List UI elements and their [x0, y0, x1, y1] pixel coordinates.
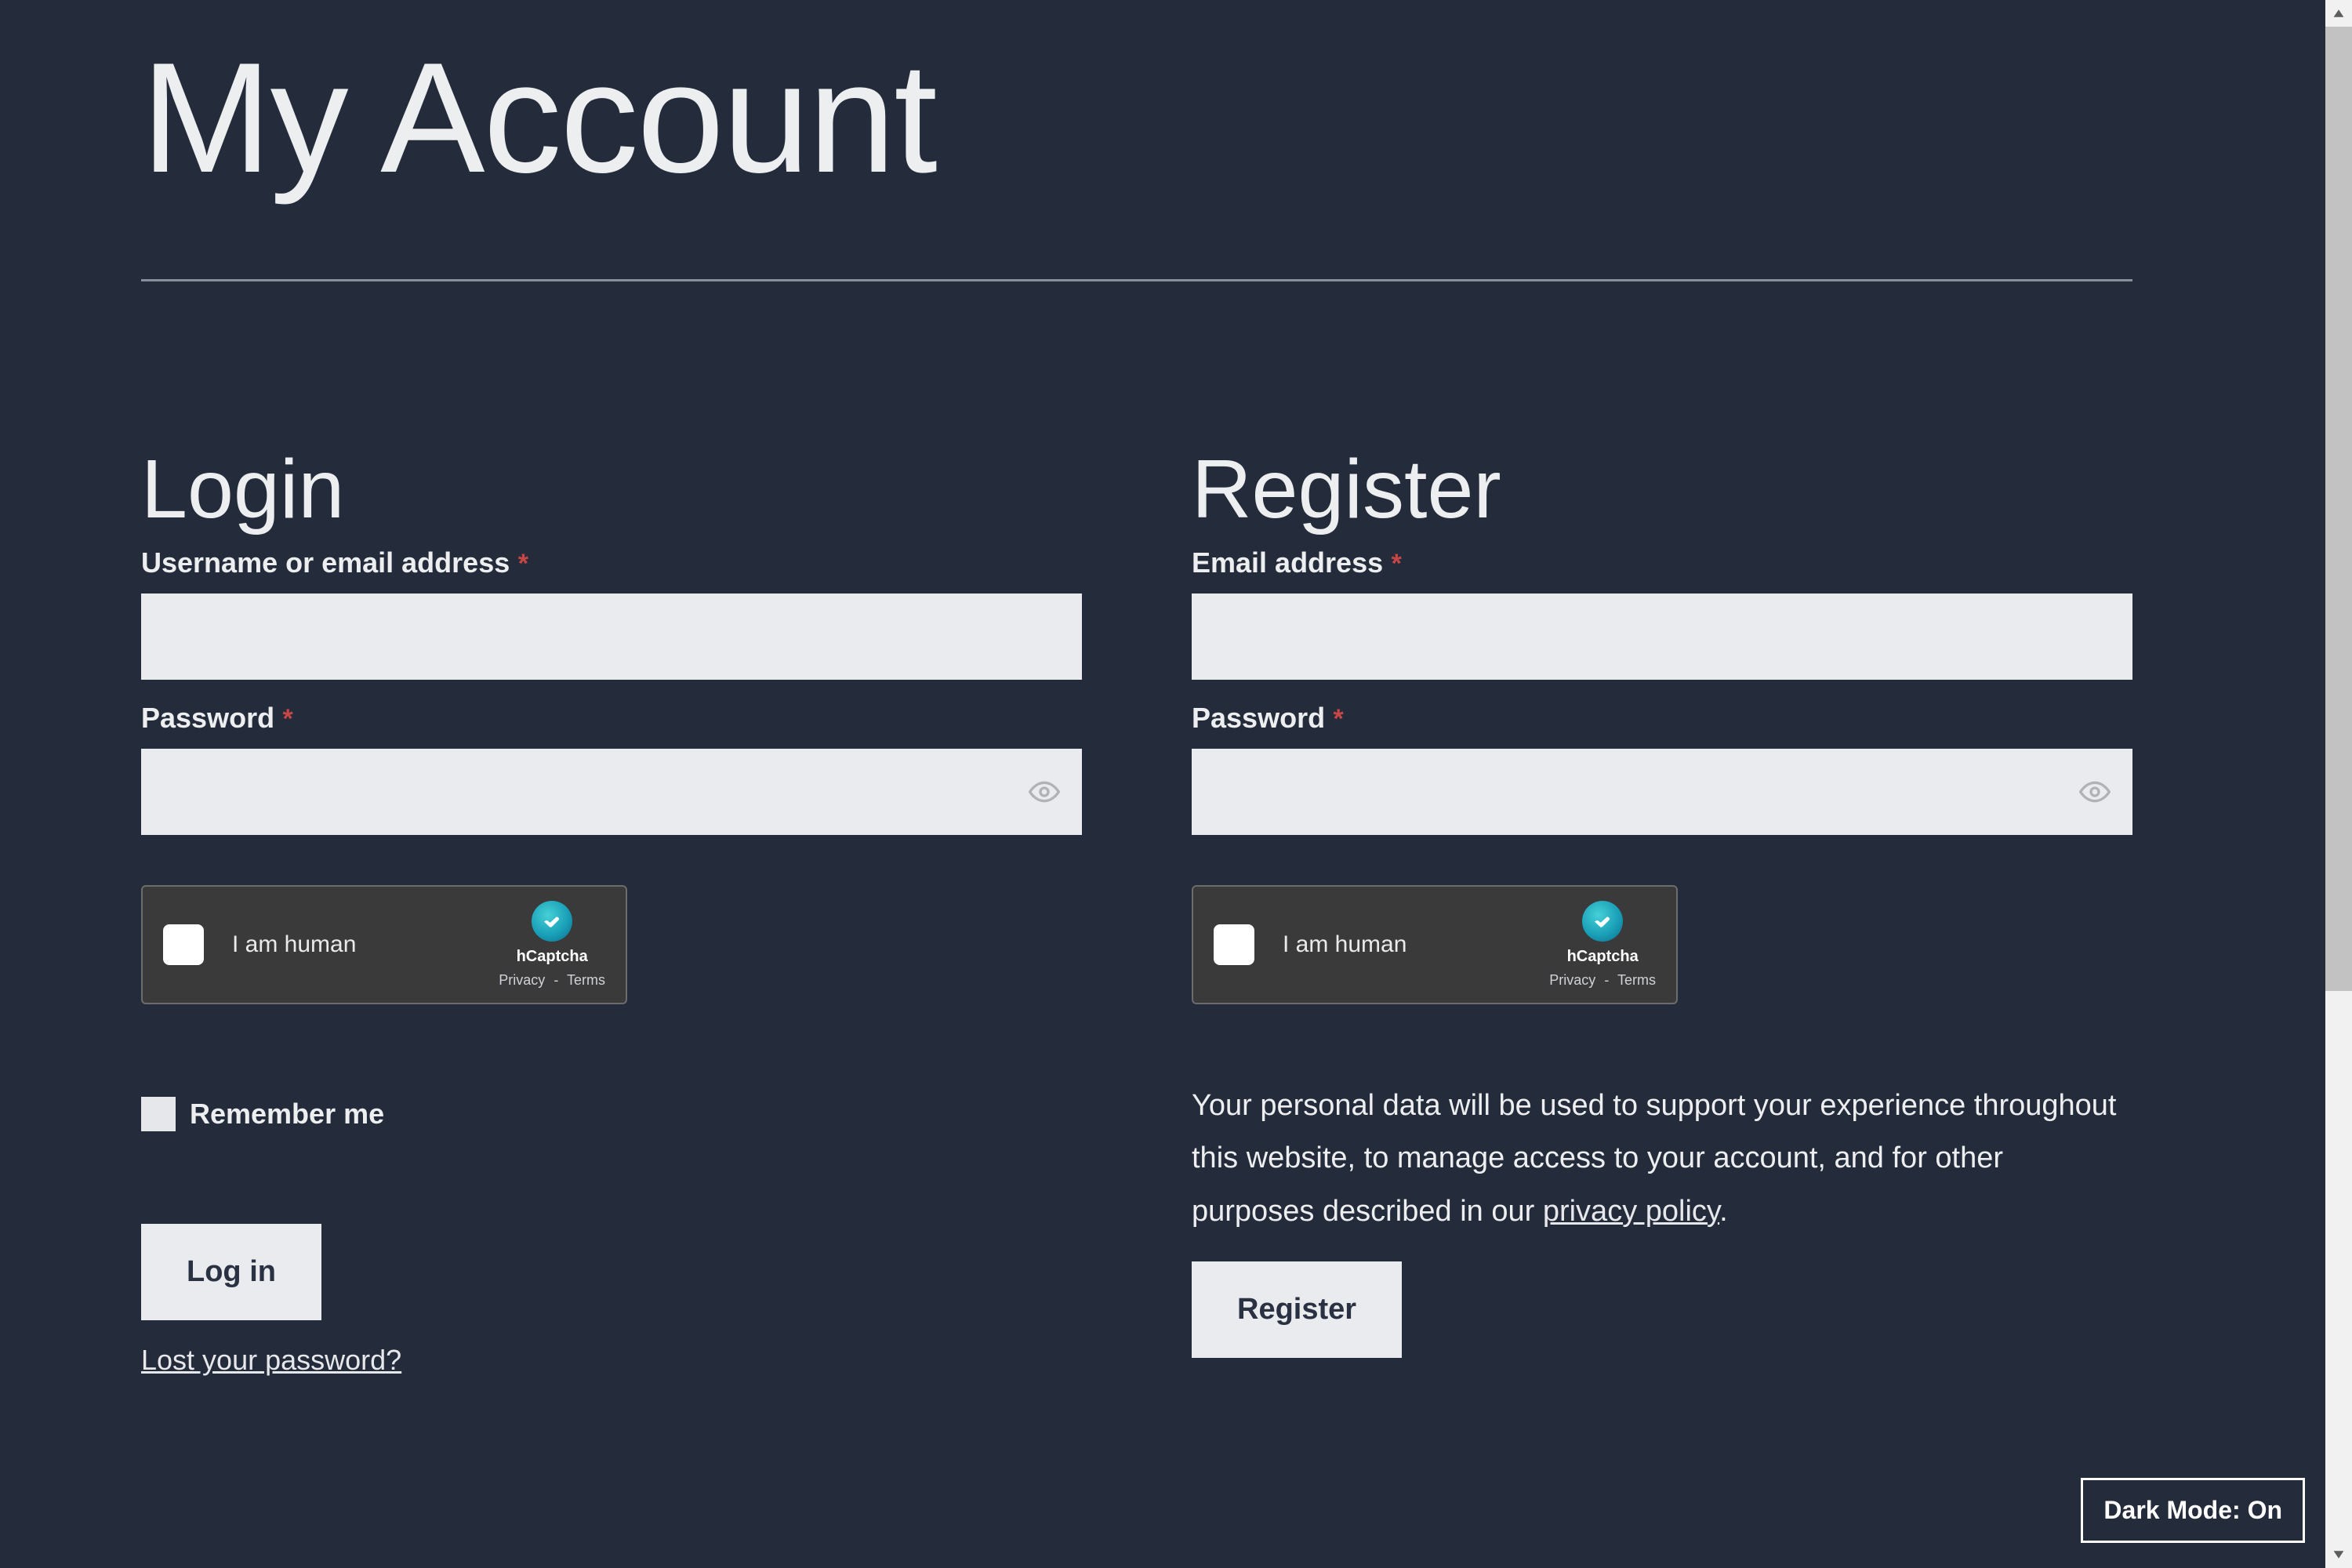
scrollbar-thumb[interactable]	[2325, 27, 2352, 991]
login-column: Login Username or email address * Passwo…	[141, 448, 1082, 1377]
hcaptcha-link-separator: -	[554, 972, 558, 988]
required-marker: *	[283, 704, 293, 734]
register-heading: Register	[1192, 448, 2132, 531]
page-title: My Account	[141, 36, 2132, 201]
hcaptcha-brand: hCaptcha Privacy - Terms	[499, 901, 605, 989]
vertical-scrollbar[interactable]	[2325, 0, 2352, 1568]
required-marker: *	[1392, 549, 1402, 579]
hcaptcha-privacy-link[interactable]: Privacy	[499, 972, 545, 988]
title-divider	[141, 279, 2132, 281]
hcaptcha-privacy-link[interactable]: Privacy	[1549, 972, 1595, 988]
hcaptcha-logo-icon	[532, 901, 572, 942]
hcaptcha-label: I am human	[1283, 931, 1549, 958]
login-password-input[interactable]	[141, 749, 1082, 835]
hcaptcha-checkbox[interactable]	[1214, 924, 1254, 965]
scrollbar-down-arrow-icon[interactable]	[2325, 1541, 2352, 1568]
hcaptcha-brandname: hCaptcha	[517, 948, 588, 966]
eye-icon[interactable]	[1029, 776, 1060, 808]
scrollbar-up-arrow-icon[interactable]	[2325, 0, 2352, 27]
register-email-label: Email address	[1192, 546, 1383, 579]
required-marker: *	[1334, 704, 1344, 734]
remember-me-label[interactable]: Remember me	[190, 1098, 384, 1131]
lost-password-link[interactable]: Lost your password?	[141, 1344, 401, 1376]
hcaptcha-brand: hCaptcha Privacy - Terms	[1549, 901, 1656, 989]
login-username-label: Username or email address	[141, 546, 510, 579]
hcaptcha-terms-link[interactable]: Terms	[567, 972, 605, 988]
privacy-text-post: .	[1719, 1195, 1728, 1228]
required-marker: *	[518, 549, 528, 579]
privacy-notice: Your personal data will be used to suppo…	[1192, 1080, 2132, 1238]
hcaptcha-checkbox[interactable]	[163, 924, 204, 965]
login-hcaptcha: I am human hCaptcha Privacy - Terms	[141, 885, 627, 1004]
register-hcaptcha: I am human hCaptcha Privacy - Terms	[1192, 885, 1678, 1004]
remember-me-checkbox[interactable]	[141, 1097, 176, 1131]
register-email-input[interactable]	[1192, 593, 2132, 680]
register-password-label: Password	[1192, 702, 1325, 735]
eye-icon[interactable]	[2079, 776, 2111, 808]
privacy-policy-link[interactable]: privacy policy	[1543, 1195, 1719, 1228]
login-password-label: Password	[141, 702, 274, 735]
hcaptcha-brandname: hCaptcha	[1567, 948, 1639, 966]
dark-mode-toggle[interactable]: Dark Mode: On	[2081, 1478, 2305, 1543]
register-button[interactable]: Register	[1192, 1261, 1402, 1358]
login-button[interactable]: Log in	[141, 1224, 321, 1320]
register-column: Register Email address * Password *	[1192, 448, 2132, 1377]
login-username-input[interactable]	[141, 593, 1082, 680]
hcaptcha-terms-link[interactable]: Terms	[1617, 972, 1656, 988]
login-heading: Login	[141, 448, 1082, 531]
hcaptcha-label: I am human	[232, 931, 499, 958]
register-password-input[interactable]	[1192, 749, 2132, 835]
hcaptcha-logo-icon	[1582, 901, 1623, 942]
hcaptcha-link-separator: -	[1604, 972, 1609, 988]
